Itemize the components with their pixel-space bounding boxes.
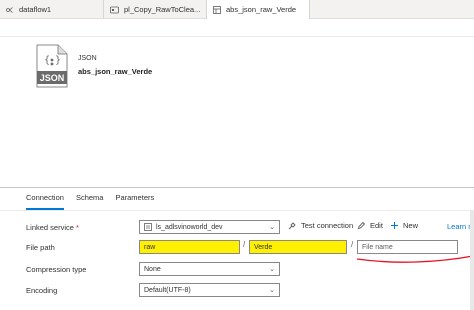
chevron-down-icon: ⌄: [269, 287, 275, 294]
json-file-icon: { } JSON: [36, 44, 68, 88]
pencil-icon: [357, 221, 366, 230]
tab-parameters[interactable]: Parameters: [115, 193, 154, 210]
tab-label: pl_Copy_RawToClea...: [124, 5, 201, 14]
panel-divider: [0, 187, 474, 188]
compression-type-label: Compression type: [26, 265, 87, 274]
dataset-icon: [213, 5, 221, 14]
encoding-select[interactable]: Default(UTF-8) ⌄: [139, 283, 280, 297]
tab-dataflow1[interactable]: dataflow1: [0, 0, 104, 19]
tab-schema[interactable]: Schema: [76, 193, 104, 210]
new-button[interactable]: New: [390, 221, 418, 230]
tab-label: dataflow1: [19, 5, 52, 14]
encoding-value: Default(UTF-8): [144, 286, 191, 294]
file-path-label: File path: [26, 243, 55, 252]
encoding-label: Encoding: [26, 286, 58, 295]
tab-label: abs_json_raw_Verde: [226, 5, 297, 14]
compression-type-value: None: [144, 265, 161, 273]
tab-connection[interactable]: Connection: [26, 193, 64, 210]
required-marker: *: [76, 223, 79, 232]
dataflow-icon: [6, 6, 14, 14]
test-connection-button[interactable]: Test connection: [288, 221, 353, 230]
linked-service-label: Linked service *: [26, 223, 79, 232]
editor-tab-bar: dataflow1 pl_Copy_RawToClea... abs_json_…: [0, 0, 474, 19]
vertical-scrollbar[interactable]: [470, 210, 474, 310]
file-path-file-input[interactable]: File name: [357, 240, 458, 254]
linked-service-value: ls_adlsvinoworld_dev: [156, 223, 223, 231]
linked-service-icon: [144, 223, 152, 231]
path-separator: /: [243, 240, 246, 249]
dataset-name: abs_json_raw_Verde: [78, 67, 153, 76]
tab-dataset[interactable]: abs_json_raw_Verde: [207, 0, 310, 19]
svg-text:}: }: [55, 55, 61, 66]
header-divider: [0, 36, 474, 37]
panel-tabs-underline: [0, 210, 474, 211]
chevron-down-icon: ⌄: [269, 266, 275, 273]
file-path-directory-value: Verde: [254, 243, 273, 251]
file-path-container-value: raw: [144, 243, 156, 251]
plug-icon: [288, 221, 297, 230]
compression-type-select[interactable]: None ⌄: [139, 262, 280, 276]
pipeline-icon: [110, 6, 119, 14]
svg-text:{: {: [44, 55, 50, 66]
path-separator: /: [351, 240, 354, 249]
chevron-down-icon: ⌄: [269, 224, 275, 231]
red-annotation-underline: [356, 255, 474, 263]
edit-button[interactable]: Edit: [357, 221, 383, 230]
json-icon-label: JSON: [40, 73, 65, 83]
dataset-type: JSON: [78, 55, 97, 62]
tab-pipeline[interactable]: pl_Copy_RawToClea...: [104, 0, 207, 19]
file-path-directory-input[interactable]: Verde: [249, 240, 347, 254]
file-name-placeholder: File name: [362, 243, 393, 251]
panel-tab-list: Connection Schema Parameters: [26, 193, 166, 210]
plus-icon: [390, 221, 399, 230]
file-path-container-input[interactable]: raw: [139, 240, 240, 254]
linked-service-select[interactable]: ls_adlsvinoworld_dev ⌄: [139, 220, 280, 234]
